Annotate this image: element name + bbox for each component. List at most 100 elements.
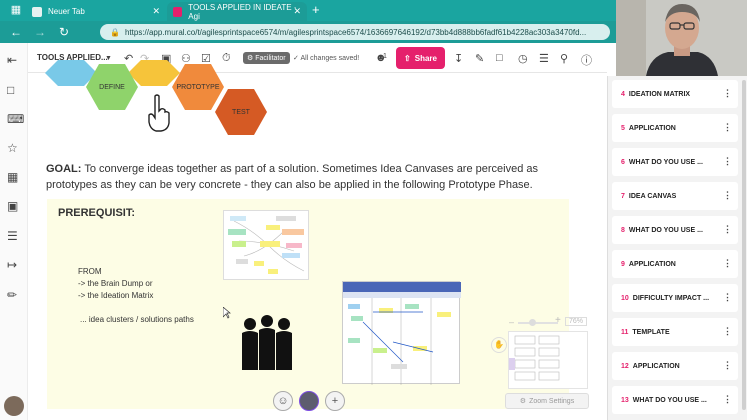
- outline-item[interactable]: 12 APPLICATION ⋮: [612, 352, 738, 380]
- prerequisit-area[interactable]: PREREQUISIT: FROM -> the Brain Dump or -…: [47, 199, 569, 409]
- search-icon[interactable]: ⚲: [560, 52, 568, 65]
- more-options-icon[interactable]: ⋮: [723, 360, 732, 371]
- outline-item-number: 12: [621, 362, 629, 370]
- add-collaborator-button[interactable]: +: [325, 391, 345, 411]
- tab-label: Neuer Tab: [48, 7, 85, 16]
- ideation-matrix-image: [343, 282, 461, 385]
- from-text: FROM -> the Brain Dump or -> the Ideatio…: [78, 266, 153, 302]
- outline-item-label: APPLICATION: [628, 124, 676, 132]
- more-options-icon[interactable]: ⋮: [723, 122, 732, 133]
- chat-icon[interactable]: □: [496, 52, 503, 64]
- frame-icon[interactable]: ▦: [7, 170, 18, 184]
- pen-icon[interactable]: ✏: [7, 288, 17, 302]
- back-icon[interactable]: ←: [4, 25, 28, 39]
- comments-icon[interactable]: ✎: [475, 52, 484, 65]
- outline-item[interactable]: 5 APPLICATION ⋮: [612, 114, 738, 142]
- mouse-pointer-icon: [223, 307, 231, 319]
- ideation-matrix-thumbnail[interactable]: [342, 281, 461, 385]
- outline-item[interactable]: 7 IDEA CANVAS ⋮: [612, 182, 738, 210]
- minimap[interactable]: – + 76% ✋: [491, 315, 593, 405]
- url-text: https://app.mural.co/t/agilesprintspace6…: [124, 27, 587, 37]
- gear-icon: ⚙: [519, 398, 527, 405]
- outline-item-number: 5: [621, 124, 625, 132]
- more-options-icon[interactable]: ⋮: [723, 156, 732, 167]
- outline-item-label: IDEA CANVAS: [628, 192, 677, 200]
- outline-item-label: WHAT DO YOU USE ...: [628, 158, 703, 166]
- outline-item[interactable]: 6 WHAT DO YOU USE ... ⋮: [612, 148, 738, 176]
- outline-item[interactable]: 8 WHAT DO YOU USE ... ⋮: [612, 216, 738, 244]
- close-tab-icon[interactable]: ✕: [293, 6, 301, 17]
- save-status: ✓ All changes saved!: [293, 54, 359, 62]
- more-options-icon[interactable]: ⋮: [723, 292, 732, 303]
- download-icon[interactable]: ↧: [454, 52, 463, 65]
- more-options-icon[interactable]: ⋮: [723, 224, 732, 235]
- more-options-icon[interactable]: ⋮: [723, 88, 732, 99]
- zoom-slider-handle[interactable]: [529, 319, 536, 326]
- close-tab-icon[interactable]: ✕: [152, 6, 160, 17]
- prerequisit-title: PREREQUISIT:: [58, 207, 136, 219]
- reload-icon[interactable]: ↻: [52, 25, 76, 39]
- pan-icon[interactable]: ✋: [491, 337, 507, 353]
- more-options-icon[interactable]: ⋮: [723, 258, 732, 269]
- minimap-viewport[interactable]: [508, 331, 588, 389]
- presenter-webcam: [616, 0, 747, 76]
- outline-item-label: WHAT DO YOU USE ...: [632, 396, 707, 404]
- text-icon[interactable]: ⌨: [7, 112, 24, 126]
- outline-item[interactable]: 10 DIFFICULTY IMPACT ... ⋮: [612, 284, 738, 312]
- outline-scrollbar[interactable]: [742, 80, 746, 410]
- participants-count: 1: [383, 53, 387, 60]
- outline-item-label: DIFFICULTY IMPACT ...: [632, 294, 710, 302]
- outline-item-number: 6: [621, 158, 625, 166]
- url-field[interactable]: 🔒 https://app.mural.co/t/agilesprintspac…: [100, 24, 610, 40]
- outline-item-label: TEMPLATE: [632, 328, 670, 336]
- mind-map-thumbnail[interactable]: [223, 210, 309, 280]
- checklist-icon[interactable]: ☑: [201, 52, 211, 65]
- activity-icon[interactable]: ◷: [518, 52, 528, 65]
- share-button[interactable]: ⇧ Share: [396, 47, 445, 69]
- reaction-smiley-icon[interactable]: ☺: [273, 391, 293, 411]
- new-tab-favicon-icon: [32, 6, 42, 17]
- new-tab-button[interactable]: +: [312, 2, 320, 17]
- collaborator-avatar[interactable]: [299, 391, 319, 411]
- from-line: -> the Brain Dump or: [78, 279, 153, 288]
- zoom-settings-button[interactable]: ⚙ Zoom Settings: [505, 393, 589, 409]
- more-options-icon[interactable]: ⋮: [723, 394, 732, 405]
- outline-icon[interactable]: ⚇: [181, 52, 191, 65]
- outline-item[interactable]: 4 IDEATION MATRIX ⋮: [612, 80, 738, 108]
- zoom-out-icon[interactable]: –: [509, 317, 514, 327]
- address-bar-row: ← → ↻ 🔒 https://app.mural.co/t/agilespri…: [0, 21, 616, 43]
- library-icon[interactable]: ☰: [7, 229, 18, 243]
- goal-body: To converge ideas together as part of a …: [46, 163, 539, 191]
- tab-new-tab[interactable]: Neuer Tab ✕: [26, 2, 166, 21]
- goal-text: GOAL: To converge ideas together as part…: [46, 161, 576, 193]
- outline-item-number: 11: [621, 328, 629, 336]
- exit-icon[interactable]: ⇤: [7, 53, 17, 67]
- star-icon[interactable]: ☆: [7, 141, 18, 155]
- zoom-settings-label: Zoom Settings: [529, 397, 575, 405]
- outline-item[interactable]: 11 TEMPLATE ⋮: [612, 318, 738, 346]
- share-label: Share: [414, 53, 437, 63]
- tab-mural-board[interactable]: TOOLS APPLIED IN IDEATE · Agi ✕: [167, 2, 307, 21]
- hexagon-label: PROTOTYPE: [176, 83, 220, 91]
- outline-item[interactable]: 9 APPLICATION ⋮: [612, 250, 738, 278]
- outline-item[interactable]: 13 WHAT DO YOU USE ... ⋮: [612, 386, 738, 414]
- zoom-slider[interactable]: [518, 322, 558, 324]
- facilitator-badge[interactable]: ⚙ Facilitator: [243, 52, 290, 64]
- help-icon[interactable]: ⓘ: [581, 52, 592, 68]
- more-options-icon[interactable]: ⋮: [723, 190, 732, 201]
- chevron-down-icon[interactable]: ▼: [105, 55, 112, 62]
- zoom-in-icon[interactable]: +: [555, 315, 561, 326]
- import-icon[interactable]: ↦: [7, 258, 17, 272]
- user-avatar[interactable]: [4, 396, 24, 416]
- undo-icon[interactable]: ↶: [124, 52, 133, 65]
- zoom-percent[interactable]: 76%: [565, 317, 588, 326]
- timer-icon[interactable]: ⏱: [222, 52, 231, 65]
- more-options-icon[interactable]: ⋮: [723, 326, 732, 337]
- sticky-note-icon[interactable]: □: [7, 83, 14, 97]
- outline-item-label: IDEATION MATRIX: [628, 90, 691, 98]
- image-icon[interactable]: ▣: [7, 199, 18, 213]
- tab-list-icon[interactable]: ▦: [4, 3, 28, 16]
- team-icon: [242, 315, 292, 370]
- outline-list-icon[interactable]: ☰: [539, 52, 549, 65]
- forward-icon[interactable]: →: [28, 25, 52, 39]
